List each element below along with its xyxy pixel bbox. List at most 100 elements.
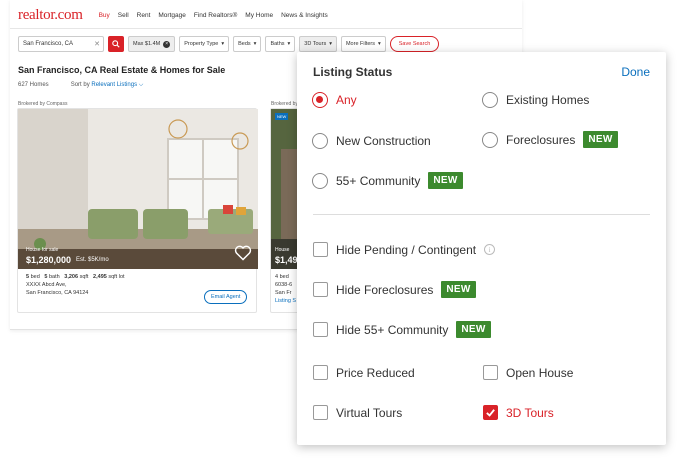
check-price-reduced[interactable]: Price Reduced xyxy=(313,365,415,380)
search-button[interactable] xyxy=(108,36,124,52)
new-badge: NEW xyxy=(441,281,476,298)
nav-news[interactable]: News & Insights xyxy=(281,12,328,19)
property-type-dropdown[interactable]: Property Type ▾ xyxy=(179,36,230,52)
radio-button[interactable] xyxy=(482,131,498,148)
caret-down-icon: ▾ xyxy=(221,41,225,47)
listing-card[interactable]: House for sale $1,280,000 Est. $5K/mo 5 … xyxy=(17,108,258,313)
address-line-1: XXXX Abcd Ave, xyxy=(26,282,67,288)
new-badge: NEW xyxy=(456,321,491,338)
checkbox[interactable] xyxy=(313,282,328,297)
top-nav: realtor.com Buy Sell Rent Mortgage Find … xyxy=(18,6,328,24)
sort-control[interactable]: Sort by Relevant Listings ⌵ xyxy=(71,82,144,89)
card-brokered-by: Brokered by xyxy=(271,101,298,107)
checkbox[interactable] xyxy=(313,242,328,257)
listing-price: $1,280,000 xyxy=(26,255,72,265)
listing-specs: 5 bed 5 bath 3,206 sqft 2,495 sqft lot xyxy=(26,273,125,281)
beds-unit: bed xyxy=(30,274,40,280)
lot-value: 2,495 xyxy=(93,274,107,280)
listing-details: 4 bed 6038-6 San Fr Listing S xyxy=(275,273,296,305)
beds-dropdown[interactable]: Beds ▾ xyxy=(233,36,262,52)
lot-unit: sqft lot xyxy=(108,274,125,280)
listing-photo[interactable]: House for sale $1,280,000 Est. $5K/mo xyxy=(18,109,258,269)
panel-divider xyxy=(313,214,650,215)
nav-sell[interactable]: Sell xyxy=(118,12,129,19)
heart-icon[interactable] xyxy=(234,245,252,261)
sort-value[interactable]: Relevant Listings xyxy=(91,82,137,88)
check-open-house[interactable]: Open House xyxy=(483,365,573,380)
address-line-1: 6038-6 xyxy=(275,282,293,288)
radio-button[interactable] xyxy=(312,133,328,149)
nav-my-home[interactable]: My Home xyxy=(245,12,273,19)
nav-rent[interactable]: Rent xyxy=(137,12,151,19)
sort-label: Sort by xyxy=(70,82,90,88)
nav-find-realtors[interactable]: Find Realtors® xyxy=(194,12,237,19)
new-badge: NEW xyxy=(428,172,463,189)
info-icon[interactable]: i xyxy=(484,244,496,255)
nav-links: Buy Sell Rent Mortgage Find Realtors® My… xyxy=(99,12,328,19)
price-filter-chip[interactable]: Max $1.4M × xyxy=(128,36,176,52)
page: realtor.com Buy Sell Rent Mortgage Find … xyxy=(0,0,680,460)
nav-buy[interactable]: Buy xyxy=(99,12,110,19)
panel-title: Listing Status xyxy=(313,65,393,79)
option-label: Price Reduced xyxy=(336,365,415,380)
caret-down-icon: ▾ xyxy=(329,41,332,47)
results-count: 627 Homes xyxy=(18,82,49,88)
new-badge: NEW xyxy=(583,131,618,148)
done-button[interactable]: Done xyxy=(621,65,650,79)
search-value: San Francisco, CA xyxy=(23,41,74,47)
remove-price-icon[interactable]: × xyxy=(163,40,171,48)
chevron-down-icon: ⌵ xyxy=(138,82,144,88)
radio-55-community[interactable]: 55+ Community NEW xyxy=(312,172,463,189)
check-virtual-tours[interactable]: Virtual Tours xyxy=(313,405,402,420)
price-chip-label: Max $1.4M xyxy=(133,41,161,47)
more-filters-label: More Filters xyxy=(345,41,375,47)
check-hide-pending[interactable]: Hide Pending / Contingent i xyxy=(313,242,496,257)
radio-existing-homes[interactable]: Existing Homes xyxy=(482,92,589,108)
caret-down-icon: ▾ xyxy=(287,41,291,47)
checkbox[interactable] xyxy=(313,322,328,337)
option-label: New Construction xyxy=(336,134,431,148)
email-agent-button[interactable]: Email Agent xyxy=(204,290,248,304)
radio-any[interactable]: Any xyxy=(312,92,357,108)
option-label: Existing Homes xyxy=(506,93,590,107)
listing-type: House xyxy=(275,247,290,253)
living-room-image xyxy=(18,109,258,269)
beds-value: 5 xyxy=(26,274,30,280)
check-hide-55-community[interactable]: Hide 55+ Community NEW xyxy=(313,321,491,338)
tours-label: 3D Tours xyxy=(304,41,327,47)
save-search-button[interactable]: Save Search xyxy=(389,36,440,52)
check-hide-foreclosures[interactable]: Hide Foreclosures NEW xyxy=(313,281,476,298)
listing-details: 5 bed 5 bath 3,206 sqft 2,495 sqft lot X… xyxy=(26,273,125,297)
option-label: Open House xyxy=(506,365,574,380)
checkbox[interactable] xyxy=(313,365,328,380)
listing-source: Listing S xyxy=(275,298,297,304)
radio-button[interactable] xyxy=(312,92,328,108)
radio-button[interactable] xyxy=(312,172,328,189)
listing-status-panel: Listing Status Done Any Existing Homes N… xyxy=(297,52,666,445)
checkbox-checked[interactable] xyxy=(483,405,498,420)
option-label: 3D Tours xyxy=(506,405,554,420)
baths-unit: bath xyxy=(48,274,60,280)
more-filters-dropdown[interactable]: More Filters ▾ xyxy=(340,36,386,52)
property-type-label: Property Type xyxy=(184,41,219,47)
search-icon xyxy=(112,40,120,48)
caret-down-icon: ▾ xyxy=(253,41,257,47)
listing-type: House for sale xyxy=(26,247,59,253)
radio-new-construction[interactable]: New Construction xyxy=(312,133,431,149)
checkbox[interactable] xyxy=(483,365,498,380)
nav-mortgage[interactable]: Mortgage xyxy=(158,12,185,19)
nav-divider xyxy=(10,28,522,29)
baths-label: Baths xyxy=(270,41,285,47)
radio-foreclosures[interactable]: Foreclosures NEW xyxy=(482,131,618,148)
location-search-input[interactable]: San Francisco, CA ✕ xyxy=(18,36,104,52)
check-3d-tours[interactable]: 3D Tours xyxy=(483,405,554,420)
checkbox[interactable] xyxy=(313,405,328,420)
address-line-2: San Fr xyxy=(275,290,292,296)
option-label: 55+ Community xyxy=(336,173,421,188)
realtor-logo[interactable]: realtor.com xyxy=(18,7,83,24)
radio-button[interactable] xyxy=(482,92,498,108)
clear-icon[interactable]: ✕ xyxy=(94,40,100,48)
baths-dropdown[interactable]: Baths ▾ xyxy=(265,36,296,52)
caret-down-icon: ▾ xyxy=(378,41,381,47)
tours-dropdown[interactable]: 3D Tours ▾ xyxy=(299,36,337,52)
